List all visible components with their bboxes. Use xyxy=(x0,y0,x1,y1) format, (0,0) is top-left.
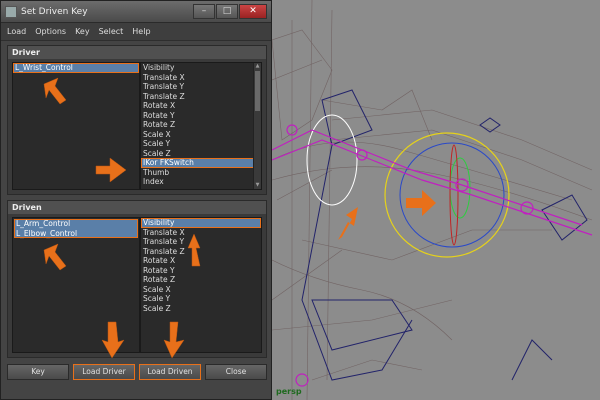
arrow-ikfk-icon xyxy=(95,157,127,183)
arrow-driven-visibility-icon xyxy=(187,233,201,267)
arrow-driven-objects-icon xyxy=(43,243,67,271)
arrow-load-driven-icon xyxy=(163,321,185,359)
annotation-arrows xyxy=(43,77,201,359)
arrow-wrist-icon xyxy=(43,77,67,105)
arrow-load-driver-icon xyxy=(101,321,125,359)
